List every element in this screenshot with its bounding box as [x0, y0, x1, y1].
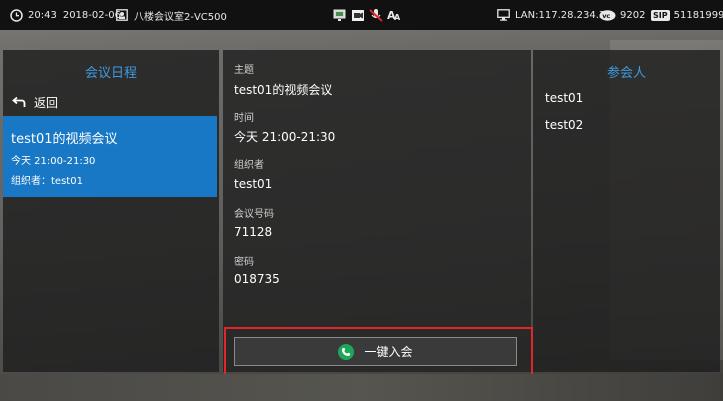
meeting-id-label: 会议号码 [234, 209, 274, 220]
camera-icon [351, 9, 365, 22]
meeting-item-time: 今天 21:00-21:30 [11, 156, 96, 167]
sip-badge: SIP [651, 9, 670, 21]
status-center-icons: AA [333, 0, 401, 30]
participant-item[interactable]: test01 [545, 91, 583, 105]
organizer-value: test01 [234, 177, 273, 191]
back-arrow-icon [12, 96, 26, 108]
status-lan-group: LAN:117.28.234.38 [497, 0, 612, 30]
highlight-box [224, 327, 533, 379]
back-button[interactable]: 返回 [12, 92, 58, 112]
subject-value: test01的视频会议 [234, 83, 333, 97]
meeting-item-title: test01的视频会议 [11, 132, 118, 147]
status-bar: 20:43 2018-02-06 八楼会议室2-VC500 AA LAN:117… [0, 0, 723, 30]
status-room-group: 八楼会议室2-VC500 [116, 0, 227, 30]
room-icon [116, 9, 128, 21]
password-label: 密码 [234, 257, 254, 268]
status-time: 20:43 [28, 9, 57, 21]
bottom-strip [0, 374, 723, 401]
organizer-label: 组织者 [234, 160, 264, 171]
participant-item[interactable]: test02 [545, 118, 583, 132]
subject-label: 主题 [234, 65, 254, 76]
status-sip-group: SIP 511819999 [651, 0, 723, 30]
schedule-panel: 会议日程 返回 test01的视频会议 今天 21:00-21:30 组织者：t… [3, 50, 219, 372]
status-vc-group: vc 9202 [599, 0, 645, 30]
password-value: 018735 [234, 272, 280, 286]
room-name: 八楼会议室2-VC500 [134, 11, 227, 23]
meeting-detail-panel: 主题 test01的视频会议 时间 今天 21:00-21:30 组织者 tes… [223, 50, 531, 372]
time-value: 今天 21:00-21:30 [234, 130, 336, 144]
meeting-list-item[interactable]: test01的视频会议 今天 21:00-21:30 组织者：test01 [3, 116, 217, 197]
time-label: 时间 [234, 113, 254, 124]
font-size-icon: AA [387, 8, 401, 22]
vc-cloud-icon: vc [599, 9, 616, 21]
meeting-id-value: 71128 [234, 225, 273, 239]
mic-muted-icon [369, 8, 383, 22]
display-icon [333, 9, 347, 22]
back-label: 返回 [34, 95, 59, 110]
monitor-icon [497, 9, 510, 21]
participants-title: 参会人 [606, 66, 646, 81]
status-time-group: 20:43 2018-02-06 [10, 0, 121, 30]
vc-number: 9202 [620, 9, 646, 21]
sip-number: 511819999 [673, 9, 723, 21]
participants-panel: 参会人 test01 test02 [533, 50, 720, 372]
meeting-item-organizer: 组织者：test01 [11, 176, 83, 187]
lan-address: LAN:117.28.234.38 [515, 9, 612, 21]
schedule-title: 会议日程 [84, 66, 137, 81]
svg-text:A: A [394, 13, 401, 22]
clock-icon [10, 8, 23, 22]
svg-text:vc: vc [602, 12, 610, 20]
status-date: 2018-02-06 [62, 9, 121, 21]
